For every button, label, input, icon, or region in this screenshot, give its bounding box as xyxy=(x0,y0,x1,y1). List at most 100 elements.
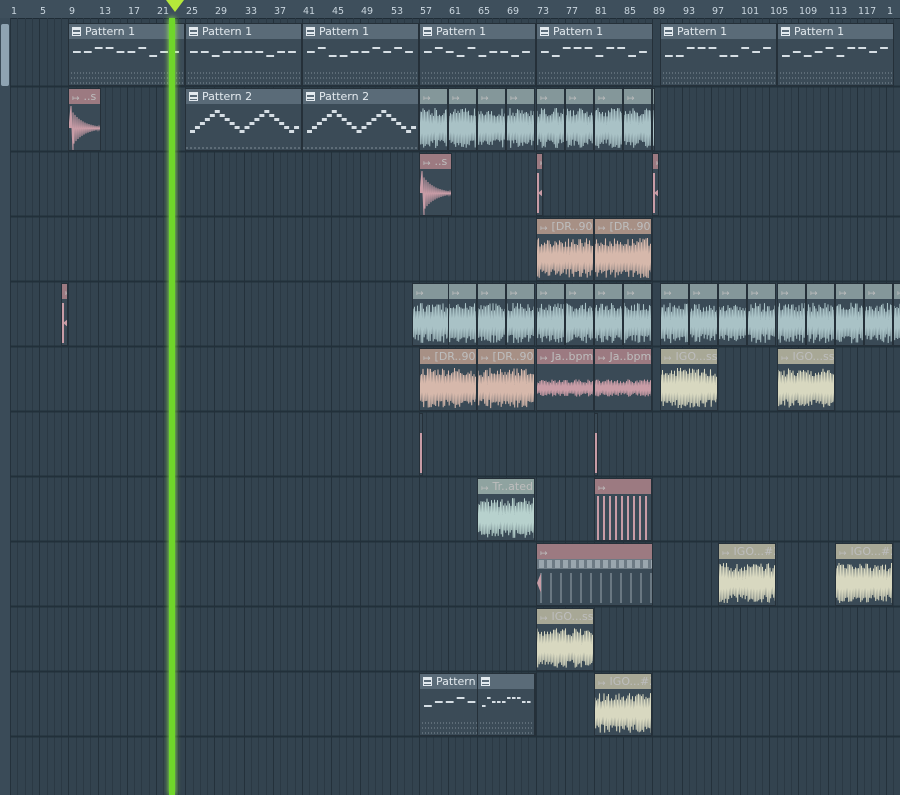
playhead-marker-icon[interactable] xyxy=(166,0,184,12)
clip-preview xyxy=(186,110,301,149)
audio-clip[interactable] xyxy=(660,283,689,346)
audio-clip-icon xyxy=(839,550,847,559)
ruler-tick: 9 xyxy=(69,6,76,17)
pattern-clip-icon xyxy=(189,27,198,36)
clip-preview xyxy=(807,302,834,344)
clip-preview xyxy=(566,302,593,344)
clip-label: Pattern 1 xyxy=(436,25,487,38)
audio-clip[interactable]: [DR..90 xyxy=(477,348,535,411)
pattern-clip[interactable]: Pattern 1 xyxy=(536,23,653,86)
audio-clip[interactable]: IGO...#2 xyxy=(718,543,776,606)
clip-preview xyxy=(836,302,863,344)
pattern-clip[interactable]: Pattern 1 xyxy=(68,23,185,86)
pattern-clip-icon xyxy=(189,92,198,101)
audio-clip[interactable] xyxy=(419,413,423,476)
audio-clip[interactable] xyxy=(61,283,68,346)
audio-clip[interactable] xyxy=(565,88,594,151)
ruler-tick: 113 xyxy=(829,6,848,17)
audio-clip[interactable] xyxy=(412,283,449,346)
audio-clip[interactable] xyxy=(536,283,565,346)
clip-label: Pattern 1 xyxy=(319,25,370,38)
clip-preview xyxy=(537,379,593,397)
audio-clip[interactable]: IGO...ss xyxy=(660,348,718,411)
clip-preview xyxy=(478,497,534,539)
audio-clip[interactable] xyxy=(623,283,652,346)
audio-clip[interactable] xyxy=(477,88,506,151)
audio-clip[interactable] xyxy=(777,283,806,346)
audio-clip[interactable] xyxy=(536,153,543,216)
pattern-clip[interactable]: Pattern 1 xyxy=(302,23,419,86)
ruler-tick: 57 xyxy=(420,6,433,17)
clip-preview xyxy=(661,367,717,409)
pattern-clip[interactable]: Pattern 1 xyxy=(660,23,777,86)
audio-clip[interactable] xyxy=(893,283,900,346)
audio-clip[interactable]: ..s xyxy=(419,153,452,216)
audio-clip[interactable] xyxy=(623,88,652,151)
audio-clip[interactable] xyxy=(565,283,594,346)
audio-clip[interactable]: [DR..90 xyxy=(594,218,652,281)
audio-clip-icon xyxy=(569,95,577,104)
playhead-line[interactable] xyxy=(169,18,175,795)
audio-clip[interactable] xyxy=(689,283,718,346)
audio-clip-icon xyxy=(481,355,489,364)
audio-clip[interactable] xyxy=(594,283,623,346)
clip-preview xyxy=(595,693,651,733)
ruler-tick: 53 xyxy=(391,6,404,17)
audio-clip[interactable] xyxy=(536,543,653,606)
audio-clip[interactable] xyxy=(594,413,598,476)
ruler-tick: 37 xyxy=(274,6,287,17)
clip-label: Pattern 1 xyxy=(85,25,136,38)
audio-clip[interactable] xyxy=(652,88,655,151)
audio-clip[interactable]: IGO...ss xyxy=(536,608,594,671)
audio-clip[interactable]: IGO...#2 xyxy=(594,673,652,736)
pattern-clip[interactable]: Pattern 1 xyxy=(777,23,894,86)
clip-preview xyxy=(595,433,597,473)
audio-clip[interactable] xyxy=(718,283,747,346)
ruler-tick: 81 xyxy=(595,6,608,17)
ruler-tick: 1 xyxy=(11,6,18,17)
audio-clip[interactable]: Ja..bpm xyxy=(536,348,594,411)
clip-preview xyxy=(595,303,622,343)
scrollbar-thumb[interactable] xyxy=(1,24,9,86)
audio-clip-icon xyxy=(781,290,789,299)
audio-clip[interactable]: ..s xyxy=(68,88,101,151)
audio-clip[interactable] xyxy=(448,88,477,151)
audio-clip[interactable]: IGO...#2 xyxy=(835,543,893,606)
clip-preview xyxy=(420,107,447,149)
audio-clip-icon xyxy=(656,160,658,169)
audio-clip[interactable] xyxy=(448,283,477,346)
audio-clip[interactable] xyxy=(747,283,776,346)
audio-clip[interactable] xyxy=(835,283,864,346)
audio-clip[interactable]: IGO...ss xyxy=(777,348,835,411)
clip-label: IGO...#2 xyxy=(609,675,651,688)
pattern-clip[interactable]: Pattern 2 xyxy=(185,88,302,151)
audio-clip[interactable] xyxy=(506,283,535,346)
pattern-clip[interactable] xyxy=(477,673,535,736)
audio-clip[interactable] xyxy=(652,153,659,216)
timeline-ruler[interactable]: 1 5 9 13 17 21 25 29 33 37 41 45 49 53 57 61 65 69 73 77 81 8… xyxy=(0,0,900,19)
audio-clip[interactable] xyxy=(536,88,565,151)
audio-clip-icon xyxy=(598,355,606,364)
pattern-clip[interactable]: Pattern 2 xyxy=(302,88,419,151)
audio-clip[interactable] xyxy=(419,88,448,151)
clip-preview xyxy=(624,302,651,344)
clip-preview xyxy=(420,433,422,473)
audio-clip[interactable] xyxy=(477,283,506,346)
pattern-clip-icon xyxy=(781,27,790,36)
pattern-clip-icon xyxy=(664,27,673,36)
pattern-clip[interactable]: Pattern 1 xyxy=(419,23,536,86)
clip-preview xyxy=(624,108,651,148)
audio-clip[interactable] xyxy=(506,88,535,151)
audio-clip[interactable]: Ja..bpm xyxy=(594,348,652,411)
audio-clip[interactable] xyxy=(594,478,652,541)
audio-clip[interactable] xyxy=(594,88,623,151)
audio-clip[interactable]: [DR..90 xyxy=(536,218,594,281)
audio-clip-icon xyxy=(722,550,730,559)
audio-clip-icon xyxy=(481,95,489,104)
audio-clip[interactable]: Tr..ated) xyxy=(477,478,535,541)
pattern-clip[interactable]: Pattern 1 xyxy=(185,23,302,86)
pattern-clip-icon xyxy=(306,92,315,101)
audio-clip[interactable] xyxy=(806,283,835,346)
audio-clip[interactable] xyxy=(864,283,893,346)
audio-clip[interactable]: [DR..90 xyxy=(419,348,477,411)
